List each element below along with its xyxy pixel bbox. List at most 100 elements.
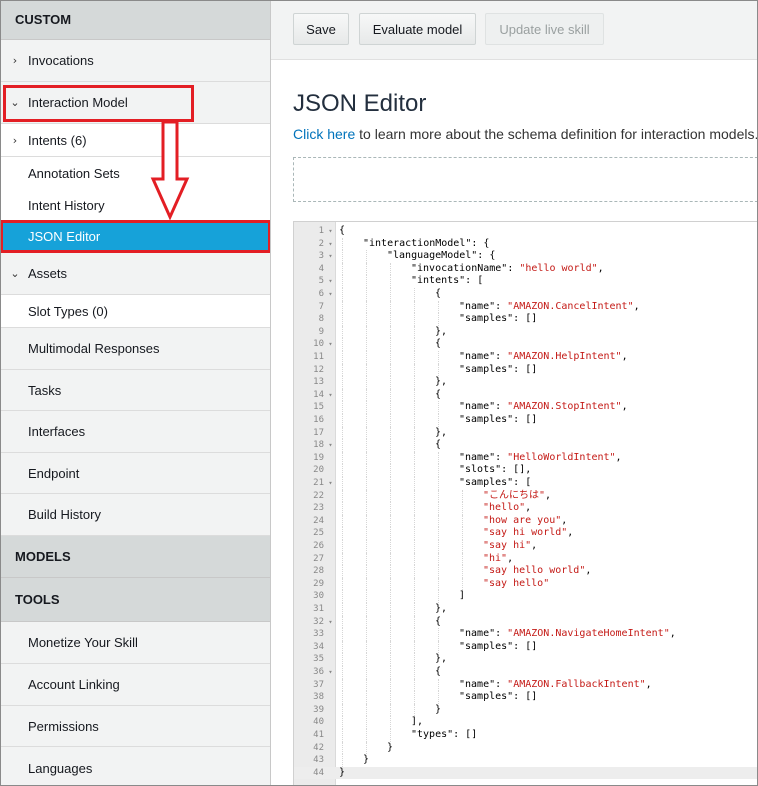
indent-guide — [438, 451, 439, 465]
code-line[interactable]: 18 ▾ { — [294, 439, 758, 452]
indent-guide — [438, 502, 439, 515]
indent-guide — [414, 527, 415, 540]
code-line[interactable]: 19 "name": "HelloWorldIntent", — [294, 451, 758, 465]
code-line[interactable]: 31}, — [294, 603, 758, 616]
code-text: } — [363, 754, 369, 767]
indent-guide — [414, 666, 415, 679]
code-line[interactable]: 1 ▾ { — [294, 225, 758, 238]
code-line[interactable]: 2 ▾ "interactionModel": { — [294, 237, 758, 251]
code-line[interactable]: 6 ▾ { — [294, 288, 758, 301]
code-line[interactable]: 11 "name": "AMAZON.HelpIntent", — [294, 351, 758, 364]
indent-guide — [414, 451, 415, 465]
line-number: 43 — [313, 755, 324, 766]
sidebar-item-monetize[interactable]: Monetize Your Skill — [0, 622, 270, 664]
sidebar-item-slot-types[interactable]: Slot Types (0) — [0, 295, 270, 328]
code-line[interactable]: 9}, — [294, 325, 758, 339]
fold-toggle-icon[interactable]: ▾ — [326, 616, 335, 629]
indent-guide — [390, 565, 391, 578]
code-line[interactable]: 27 "hi", — [294, 552, 758, 566]
sidebar-item-label: Interaction Model — [28, 95, 128, 110]
fold-toggle-icon[interactable]: ▾ — [326, 288, 335, 301]
code-line[interactable]: 16 "samples": [] — [294, 414, 758, 427]
fold-toggle-icon[interactable]: ▾ — [326, 666, 335, 679]
code-line[interactable]: 30] — [294, 590, 758, 603]
section-tools[interactable]: TOOLS — [0, 578, 270, 622]
sidebar-item-permissions[interactable]: Permissions — [0, 706, 270, 747]
sidebar-item-interfaces[interactable]: Interfaces — [0, 411, 270, 453]
sidebar-item-intents[interactable]: › Intents (6) — [0, 124, 270, 157]
code-line[interactable]: 41 "types": [] — [294, 729, 758, 742]
code-line[interactable]: 12 "samples": [] — [294, 363, 758, 377]
code-line[interactable]: 24 "how are you", — [294, 514, 758, 528]
fold-toggle-icon[interactable]: ▾ — [326, 477, 335, 490]
sidebar-item-label: Intent History — [28, 197, 105, 213]
code-line[interactable]: 4 "invocationName": "hello world", — [294, 262, 758, 276]
code-line[interactable]: 3 ▾ "languageModel": { — [294, 250, 758, 263]
code-line[interactable]: 20 "slots": [], — [294, 464, 758, 477]
code-line[interactable]: 42} — [294, 741, 758, 755]
code-line[interactable]: 37 "name": "AMAZON.FallbackIntent", — [294, 678, 758, 692]
code-line[interactable]: 23 "hello", — [294, 502, 758, 515]
json-drop-zone[interactable] — [293, 157, 758, 202]
sidebar-item-invocations[interactable]: › Invocations — [0, 40, 270, 82]
sidebar-item-label: Monetize Your Skill — [28, 635, 138, 650]
code-line[interactable]: 39} — [294, 703, 758, 717]
code-line[interactable]: 22 "こんにちは", — [294, 489, 758, 503]
code-line[interactable]: 25 "say hi world", — [294, 527, 758, 540]
code-line[interactable]: 13}, — [294, 376, 758, 389]
code-line[interactable]: 29 "say hello" — [294, 577, 758, 591]
indent-guide — [342, 237, 343, 251]
sidebar-item-annotation-sets[interactable]: Annotation Sets — [0, 157, 270, 189]
sidebar-item-endpoint[interactable]: Endpoint — [0, 453, 270, 494]
code-token: }, — [435, 603, 448, 614]
json-code-editor[interactable]: 1 ▾{2 ▾ "interactionModel": {3 ▾ "languageMod… — [293, 221, 758, 786]
code-line[interactable]: 21 ▾ "samples": [ — [294, 477, 758, 490]
code-text: { — [435, 439, 441, 452]
sidebar-item-intent-history[interactable]: Intent History — [0, 189, 270, 221]
fold-toggle-icon[interactable]: ▾ — [326, 225, 335, 238]
evaluate-model-button[interactable]: Evaluate model — [359, 13, 476, 45]
code-line[interactable]: 36 ▾ { — [294, 666, 758, 679]
fold-toggle-icon[interactable]: ▾ — [326, 389, 335, 402]
save-button[interactable]: Save — [293, 13, 349, 45]
sidebar-item-multimodal[interactable]: Multimodal Responses — [0, 328, 270, 370]
code-line[interactable]: 15 "name": "AMAZON.StopIntent", — [294, 401, 758, 414]
code-line[interactable]: 44} — [294, 766, 758, 780]
sidebar-item-json-editor[interactable]: JSON Editor — [0, 221, 270, 253]
code-line[interactable]: 28 "say hello world", — [294, 565, 758, 578]
fold-toggle-icon[interactable]: ▾ — [326, 238, 335, 251]
sidebar-item-build-history[interactable]: Build History — [0, 494, 270, 536]
sidebar-item-interaction-model[interactable]: ⌄ Interaction Model — [0, 82, 270, 124]
code-line[interactable]: 38 "samples": [] — [294, 691, 758, 704]
section-models[interactable]: MODELS — [0, 536, 270, 578]
code-line[interactable]: 10 ▾ { — [294, 338, 758, 351]
indent-guide — [342, 288, 343, 301]
code-line[interactable]: 7 "name": "AMAZON.CancelIntent", — [294, 300, 758, 314]
code-line[interactable]: 14 ▾ { — [294, 388, 758, 402]
code-line[interactable]: 43} — [294, 754, 758, 767]
sidebar-item-tasks[interactable]: Tasks — [0, 370, 270, 411]
code-line[interactable]: 8 "samples": [] — [294, 313, 758, 326]
fold-toggle-icon[interactable]: ▾ — [326, 338, 335, 351]
sidebar-item-label: Interfaces — [28, 424, 86, 439]
code-line[interactable]: 33 "name": "AMAZON.NavigateHomeIntent", — [294, 628, 758, 641]
code-text: "hello", — [483, 502, 531, 515]
code-line[interactable]: 40], — [294, 716, 758, 729]
update-live-skill-button[interactable]: Update live skill — [485, 13, 604, 45]
code-line[interactable]: 35}, — [294, 653, 758, 666]
code-line[interactable]: 34 "samples": [] — [294, 640, 758, 654]
schema-link[interactable]: Click here — [293, 126, 355, 142]
code-line[interactable]: 5 ▾ "intents": [ — [294, 275, 758, 288]
fold-toggle-icon[interactable]: ▾ — [326, 250, 335, 263]
code-line[interactable]: 26 "say hi", — [294, 540, 758, 553]
code-line[interactable]: 32 ▾ { — [294, 615, 758, 629]
line-number: 7 — [318, 301, 324, 312]
sidebar-item-languages[interactable]: Languages — [0, 747, 270, 786]
code-token: } — [435, 703, 442, 715]
sidebar-item-account-linking[interactable]: Account Linking — [0, 664, 270, 706]
fold-toggle-icon[interactable]: ▾ — [326, 439, 335, 452]
sidebar-item-label: Invocations — [28, 53, 94, 68]
fold-toggle-icon[interactable]: ▾ — [326, 275, 335, 288]
code-line[interactable]: 17}, — [294, 426, 758, 440]
sidebar-item-assets[interactable]: ⌄ Assets — [0, 253, 270, 295]
